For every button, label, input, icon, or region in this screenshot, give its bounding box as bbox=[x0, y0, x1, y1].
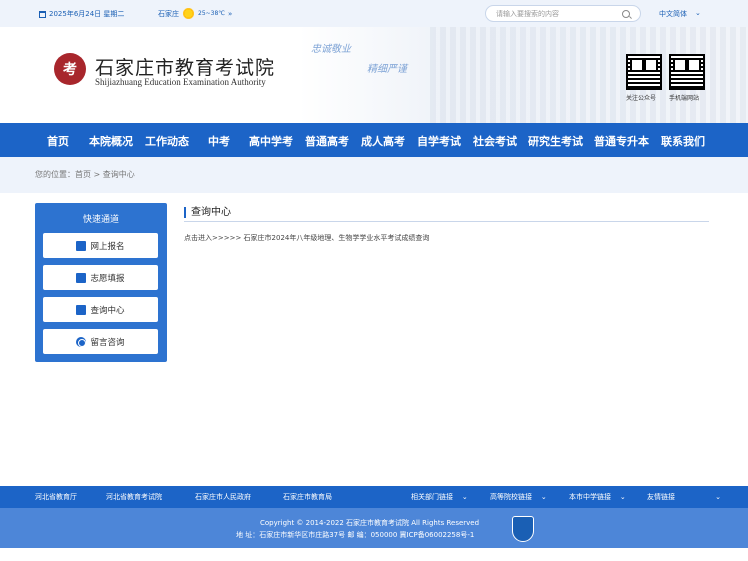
site-logo-subtitle: Shijiazhuang Education Examination Autho… bbox=[95, 77, 266, 87]
dropdown-local-schools[interactable]: 本市中学链接 ⌄ bbox=[569, 492, 626, 502]
nav-item-graduate-exam[interactable]: 研究生考试 bbox=[528, 133, 583, 149]
nav-item-zhongkao[interactable]: 中考 bbox=[208, 133, 230, 149]
chevron-down-icon: ⌄ bbox=[461, 493, 468, 501]
nav-item-gaokao[interactable]: 普通高考 bbox=[305, 133, 349, 149]
quick-access-sidebar: 快速通道 网上报名 志愿填报 查询中心 留言咨询 bbox=[35, 203, 167, 362]
dropdown-related-depts[interactable]: 相关部门链接 ⌄ bbox=[411, 492, 468, 502]
nav-item-contact[interactable]: 联系我们 bbox=[661, 133, 705, 149]
chevron-down-icon: ⌄ bbox=[715, 493, 721, 501]
nav-item-social-exam[interactable]: 社会考试 bbox=[473, 133, 517, 149]
sidebar-item-label: 志愿填报 bbox=[90, 273, 125, 284]
chat-icon bbox=[76, 336, 87, 347]
edit-icon bbox=[76, 272, 87, 283]
content-title: 查询中心 bbox=[184, 207, 231, 218]
grid-icon bbox=[76, 304, 87, 315]
slogan-2: 精细严谨 bbox=[367, 64, 407, 75]
link-hebei-exam-authority[interactable]: 河北省教育考试院 bbox=[106, 492, 162, 502]
calendar-icon bbox=[39, 10, 46, 18]
footer-address: 地 址：石家庄市新华区市庄路37号 邮 编：050000 冀ICP备060022… bbox=[236, 531, 475, 539]
top-bar: 2025年6月24日 星期二 石家庄 25~38℃ » 请输入要搜索的内容 中文… bbox=[0, 0, 748, 27]
site-footer: Copyright © 2014-2022 石家庄市教育考试院 All Righ… bbox=[0, 508, 748, 548]
dropdown-friendly-links[interactable]: 友情链接 ⌄ bbox=[647, 492, 721, 502]
sidebar-item-label: 查询中心 bbox=[90, 305, 125, 316]
slogan-1: 忠诚敬业 bbox=[311, 44, 351, 55]
link-sjz-education-bureau[interactable]: 石家庄市教育局 bbox=[283, 492, 332, 502]
search-icon[interactable] bbox=[622, 9, 630, 18]
chevron-down-icon: ⌄ bbox=[540, 493, 547, 501]
weather-city: 石家庄 bbox=[158, 9, 179, 18]
language-selector[interactable]: 中文简体 ⌄ bbox=[659, 9, 701, 19]
gov-badge-icon[interactable] bbox=[512, 516, 534, 542]
form-icon bbox=[76, 240, 87, 251]
nav-item-news[interactable]: 工作动态 bbox=[145, 133, 189, 149]
nav-item-adult-exam[interactable]: 成人高考 bbox=[361, 133, 405, 149]
site-header: 考 石家庄市教育考试院 Shijiazhuang Education Exami… bbox=[0, 27, 748, 123]
mobile-site-qr-code bbox=[669, 54, 705, 90]
wechat-qr-code bbox=[626, 54, 662, 90]
date-display: 2025年6月24日 星期二 bbox=[39, 9, 124, 19]
qr-label-wechat: 关注公众号 bbox=[626, 95, 657, 102]
sun-icon bbox=[182, 7, 195, 20]
qr-label-mobile: 手机端网站 bbox=[669, 95, 700, 102]
sidebar-item-label: 网上报名 bbox=[90, 241, 125, 252]
language-label[interactable]: 中文简体 bbox=[659, 9, 687, 19]
chevron-down-icon: ⌄ bbox=[619, 493, 626, 501]
sidebar-title: 快速通道 bbox=[82, 215, 119, 225]
site-logo-title[interactable]: 石家庄市教育考试院 bbox=[95, 53, 275, 80]
breadcrumb: 您的位置：首页 > 查询中心 bbox=[0, 157, 748, 193]
breadcrumb-text[interactable]: 您的位置：首页 > 查询中心 bbox=[35, 170, 135, 179]
nav-item-home[interactable]: 首页 bbox=[47, 133, 69, 149]
link-sjz-government[interactable]: 石家庄市人民政府 bbox=[195, 492, 251, 502]
weather-temp: 25~38℃ bbox=[198, 10, 226, 17]
nav-item-high-school-exam[interactable]: 高中学考 bbox=[249, 133, 293, 149]
footer-copyright: Copyright © 2014-2022 石家庄市教育考试院 All Righ… bbox=[260, 519, 480, 527]
nav-item-self-study-exam[interactable]: 自学考试 bbox=[417, 133, 461, 149]
chevron-down-icon[interactable]: ⌄ bbox=[695, 9, 701, 19]
dropdown-universities[interactable]: 高等院校链接 ⌄ bbox=[490, 492, 547, 502]
weather-more-icon[interactable]: » bbox=[228, 10, 232, 18]
links-bar: 河北省教育厅 河北省教育考试院 石家庄市人民政府 石家庄市教育局 相关部门链接 … bbox=[0, 486, 748, 508]
sidebar-item-application[interactable]: 志愿填报 bbox=[43, 265, 158, 290]
nav-item-about[interactable]: 本院概况 bbox=[89, 133, 133, 149]
query-link[interactable]: 点击进入>>>>> 石家庄市2024年八年级地理、生物学学业水平考试成绩查询 bbox=[184, 233, 429, 243]
search-box[interactable]: 请输入要搜索的内容 bbox=[485, 5, 641, 22]
sidebar-item-message[interactable]: 留言咨询 bbox=[43, 329, 158, 354]
content-divider bbox=[184, 221, 709, 222]
nav-item-upgrade-exam[interactable]: 普通专升本 bbox=[594, 133, 649, 149]
sidebar-item-label: 留言咨询 bbox=[90, 337, 125, 348]
search-input[interactable]: 请输入要搜索的内容 bbox=[496, 9, 622, 19]
logo-emblem-icon[interactable]: 考 bbox=[54, 53, 86, 85]
main-navigation: 首页 本院概况 工作动态 中考 高中学考 普通高考 成人高考 自学考试 社会考试… bbox=[0, 123, 748, 157]
weather-widget[interactable]: 石家庄 25~38℃ » bbox=[158, 7, 232, 20]
link-hebei-education-dept[interactable]: 河北省教育厅 bbox=[35, 492, 77, 502]
sidebar-item-online-registration[interactable]: 网上报名 bbox=[43, 233, 158, 258]
sidebar-item-query-center[interactable]: 查询中心 bbox=[43, 297, 158, 322]
date-text: 2025年6月24日 星期二 bbox=[49, 10, 125, 18]
